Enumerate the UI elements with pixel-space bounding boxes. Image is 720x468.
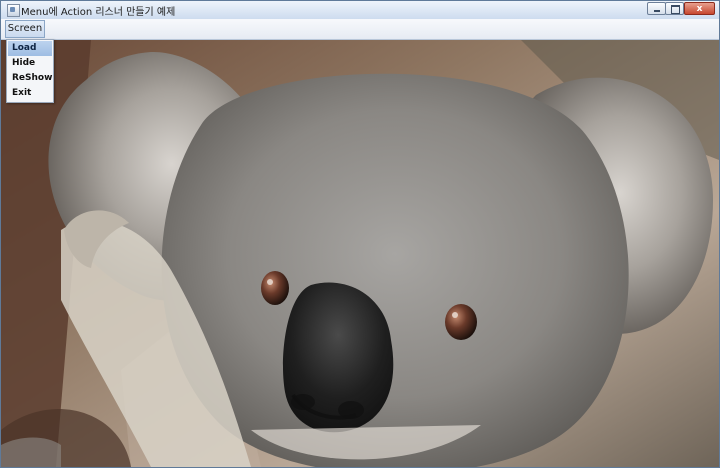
close-button[interactable]: x [684,2,715,15]
close-icon: x [696,4,703,14]
menu-bar: Screen [1,19,719,40]
menu-screen[interactable]: Screen [5,20,45,38]
image-panel [1,40,719,467]
window-title: Menu에 Action 리스너 만들기 예제 [21,7,176,18]
maximize-icon [671,5,680,14]
minimize-icon [654,10,660,12]
menu-item-load[interactable]: Load [8,41,52,56]
menu-item-exit[interactable]: Exit [8,86,52,101]
menu-item-reshow[interactable]: ReShow [8,71,52,86]
screen-popup-menu: Load Hide ReShow Exit [6,39,54,103]
app-window: Menu에 Action 리스너 만들기 예제 x Screen Load Hi… [0,0,720,468]
maximize-button[interactable] [665,2,684,15]
java-app-icon [7,4,20,17]
minimize-button[interactable] [647,2,666,15]
menu-item-hide[interactable]: Hide [8,56,52,71]
title-bar[interactable]: Menu에 Action 리스너 만들기 예제 x [1,1,719,20]
koala-image [1,40,719,467]
